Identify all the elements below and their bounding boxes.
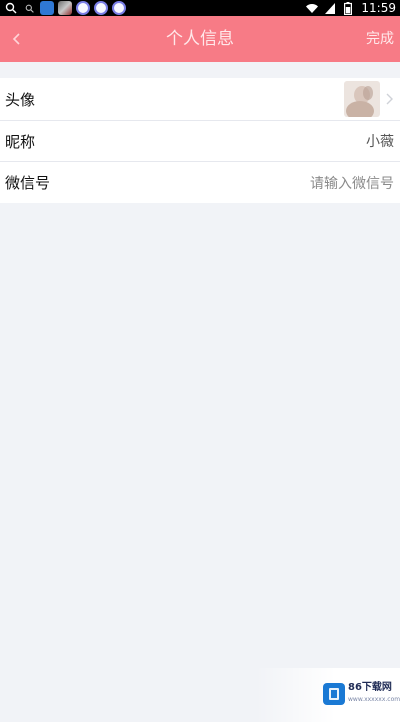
wechat-id-input[interactable]: 请输入微信号	[310, 173, 394, 193]
status-time: 11:59	[361, 1, 396, 15]
status-bar-right: 11:59	[305, 0, 396, 16]
wifi-icon	[305, 1, 319, 15]
status-bar: 11:59	[0, 0, 400, 16]
search-icon	[4, 1, 18, 15]
flower-icon	[76, 1, 90, 15]
app-notification-icon	[40, 1, 54, 15]
avatar-label: 头像	[5, 90, 36, 109]
wechat-id-label: 微信号	[5, 174, 51, 192]
profile-list: 头像 昵称 小薇 微信号 请输入微信号	[0, 78, 400, 203]
page-title: 个人信息	[166, 29, 234, 49]
watermark-text: 86下载网	[348, 682, 392, 693]
battery-icon	[341, 1, 355, 15]
chevron-right-icon	[384, 91, 394, 107]
avatar[interactable]	[344, 81, 380, 117]
status-bar-left	[4, 0, 305, 16]
search-small-icon	[22, 1, 36, 15]
nickname-label: 昵称	[5, 132, 36, 151]
app-notification-icon-2	[58, 1, 72, 15]
flower-icon	[94, 1, 108, 15]
watermark-subtext: www.xxxxxx.com	[348, 696, 400, 703]
nickname-row[interactable]: 昵称 小薇	[0, 121, 400, 162]
signal-icon	[323, 1, 337, 15]
wechat-id-row[interactable]: 微信号 请输入微信号	[0, 162, 400, 203]
flower-icon	[112, 1, 126, 15]
watermark: 86下载网 www.xxxxxx.com	[256, 668, 400, 722]
avatar-row[interactable]: 头像	[0, 78, 400, 121]
watermark-logo-icon	[323, 683, 345, 705]
app-header: 个人信息 完成	[0, 16, 400, 62]
nickname-value[interactable]: 小薇	[366, 131, 394, 151]
done-button[interactable]: 完成	[366, 16, 394, 62]
